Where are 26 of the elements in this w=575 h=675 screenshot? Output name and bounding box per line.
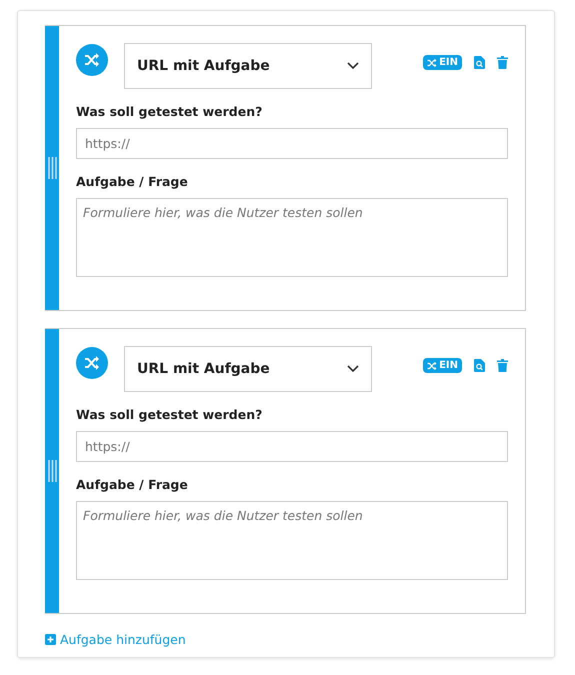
shuffle-icon	[427, 360, 438, 370]
drag-handle-icon[interactable]	[48, 157, 56, 179]
type-dropdown[interactable]: URL mit Aufgabe	[124, 43, 372, 89]
type-dropdown[interactable]: URL mit Aufgabe	[124, 346, 372, 392]
url-field[interactable]: https://	[76, 431, 508, 462]
task-field[interactable]: Formuliere hier, was die Nutzer testen sollen	[76, 501, 508, 580]
shuffle-icon	[427, 58, 438, 68]
trash-icon[interactable]	[497, 56, 508, 69]
task-field[interactable]: Formuliere hier, was die Nutzer testen sollen	[76, 198, 508, 277]
shuffle-icon	[76, 347, 108, 379]
drag-handle-icon[interactable]	[48, 460, 56, 482]
shuffle-toggle[interactable]: EIN	[423, 55, 462, 70]
field-label: Was soll getestet werden?	[76, 407, 264, 422]
preview-icon[interactable]	[474, 359, 485, 372]
shuffle-icon	[76, 44, 108, 76]
field-label: Was soll getestet werden?	[76, 104, 264, 119]
field-label: Aufgabe / Frage	[76, 477, 189, 492]
chevron-down-icon	[347, 62, 359, 70]
field-label: Aufgabe / Frage	[76, 174, 189, 189]
url-field[interactable]: https://	[76, 128, 508, 159]
chevron-down-icon	[347, 365, 359, 373]
trash-icon[interactable]	[497, 359, 508, 372]
add-task-link[interactable]: Aufgabe hinzufügen	[60, 632, 186, 647]
preview-icon[interactable]	[474, 56, 485, 69]
plus-icon	[45, 634, 56, 645]
shuffle-toggle[interactable]: EIN	[423, 358, 462, 373]
